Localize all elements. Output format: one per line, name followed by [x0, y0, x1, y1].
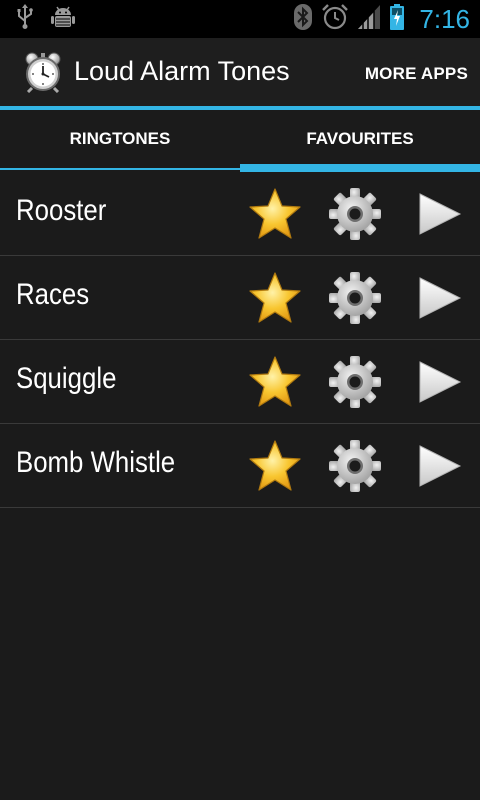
more-apps-button[interactable]: MORE APPS — [365, 64, 468, 84]
ringtone-name: Races — [16, 278, 90, 311]
tab-ringtones-label: RINGTONES — [69, 129, 171, 148]
play-icon[interactable] — [410, 437, 468, 495]
favourite-star-icon[interactable] — [246, 185, 304, 243]
settings-gear-icon[interactable] — [326, 269, 384, 327]
battery-icon — [389, 3, 405, 36]
ringtone-name: Squiggle — [16, 362, 117, 395]
settings-gear-icon[interactable] — [326, 437, 384, 495]
status-clock: 7:16 — [419, 3, 470, 34]
favourite-star-icon[interactable] — [246, 269, 304, 327]
ringtone-list: Rooster Races Squiggle Bomb Whistle — [0, 172, 480, 508]
play-icon[interactable] — [410, 353, 468, 411]
tab-bar: RINGTONES FAVOURITES — [0, 110, 480, 172]
list-item[interactable]: Rooster — [0, 172, 480, 256]
tab-selected-indicator — [240, 164, 480, 172]
usb-icon — [16, 3, 34, 35]
alarm-icon — [321, 3, 349, 36]
tab-favourites[interactable]: FAVOURITES — [240, 110, 480, 172]
play-icon[interactable] — [410, 185, 468, 243]
status-bar: 7:16 — [0, 0, 480, 38]
signal-icon — [357, 4, 381, 35]
list-item[interactable]: Races — [0, 256, 480, 340]
list-item[interactable]: Squiggle — [0, 340, 480, 424]
favourite-star-icon[interactable] — [246, 353, 304, 411]
tab-favourites-label: FAVOURITES — [306, 129, 414, 148]
settings-gear-icon[interactable] — [326, 353, 384, 411]
play-icon[interactable] — [410, 269, 468, 327]
action-bar: Loud Alarm Tones MORE APPS — [0, 38, 480, 106]
tab-ringtones[interactable]: RINGTONES — [0, 110, 240, 172]
ringtone-name: Bomb Whistle — [16, 446, 176, 479]
list-item[interactable]: Bomb Whistle — [0, 424, 480, 508]
ringtone-name: Rooster — [16, 194, 107, 227]
tab-divider-line — [0, 168, 240, 170]
alarm-clock-icon[interactable] — [22, 51, 64, 94]
bluetooth-icon — [293, 3, 313, 36]
favourite-star-icon[interactable] — [246, 437, 304, 495]
app-title: Loud Alarm Tones — [74, 56, 290, 86]
android-debug-icon — [50, 4, 76, 35]
settings-gear-icon[interactable] — [326, 185, 384, 243]
